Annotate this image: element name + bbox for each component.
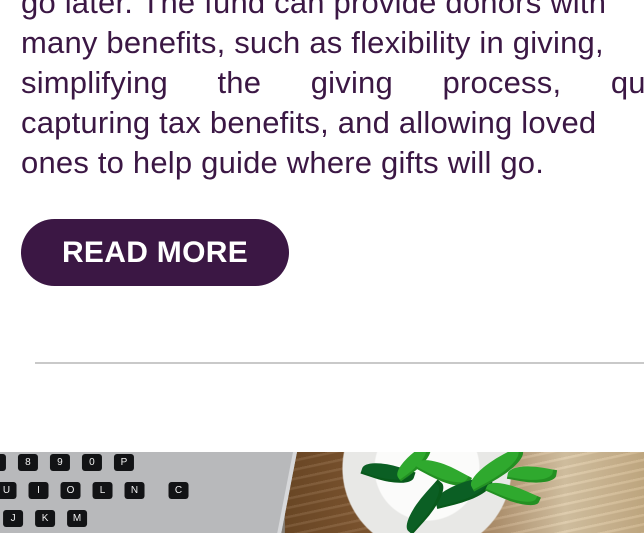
keyboard-key: J [3,510,24,527]
paragraph-line: simplifying the giving process, quickly [21,65,644,100]
keyboard-key: P [113,454,134,471]
read-more-button[interactable]: READ MORE [21,219,289,286]
workspace-photo: 7 8 9 0 P U I O L N K J M C [0,452,644,533]
keyboard-key: N [124,482,145,499]
paragraph-line: many benefits, such as flexibility in gi… [21,25,604,60]
laptop-keyboard-image: 7 8 9 0 P U I O L N K J M C [0,452,298,533]
keyboard-key: 7 [0,454,6,471]
keyboard-key: 0 [81,454,102,471]
keyboard-key: M [67,510,88,527]
paragraph-line: ones to help guide where gifts will go. [21,145,545,180]
section-divider [35,362,644,364]
keyboard-key: K [35,510,56,527]
keyboard-key: O [60,482,81,499]
keyboard-key: 8 [17,454,38,471]
paragraph-line: go later. The fund can provide donors wi… [21,0,607,20]
article-paragraph: go later. The fund can provide donors wi… [21,0,644,183]
paragraph-line: capturing tax benefits, and allowing lov… [21,105,597,140]
page: go later. The fund can provide donors wi… [0,0,644,533]
keyboard-key: U [0,482,17,499]
keyboard-key: I [28,482,49,499]
plant-leaves-image [300,452,570,533]
keyboard-key: C [168,482,189,499]
keyboard-key: L [92,482,113,499]
keyboard-key: 9 [49,454,70,471]
